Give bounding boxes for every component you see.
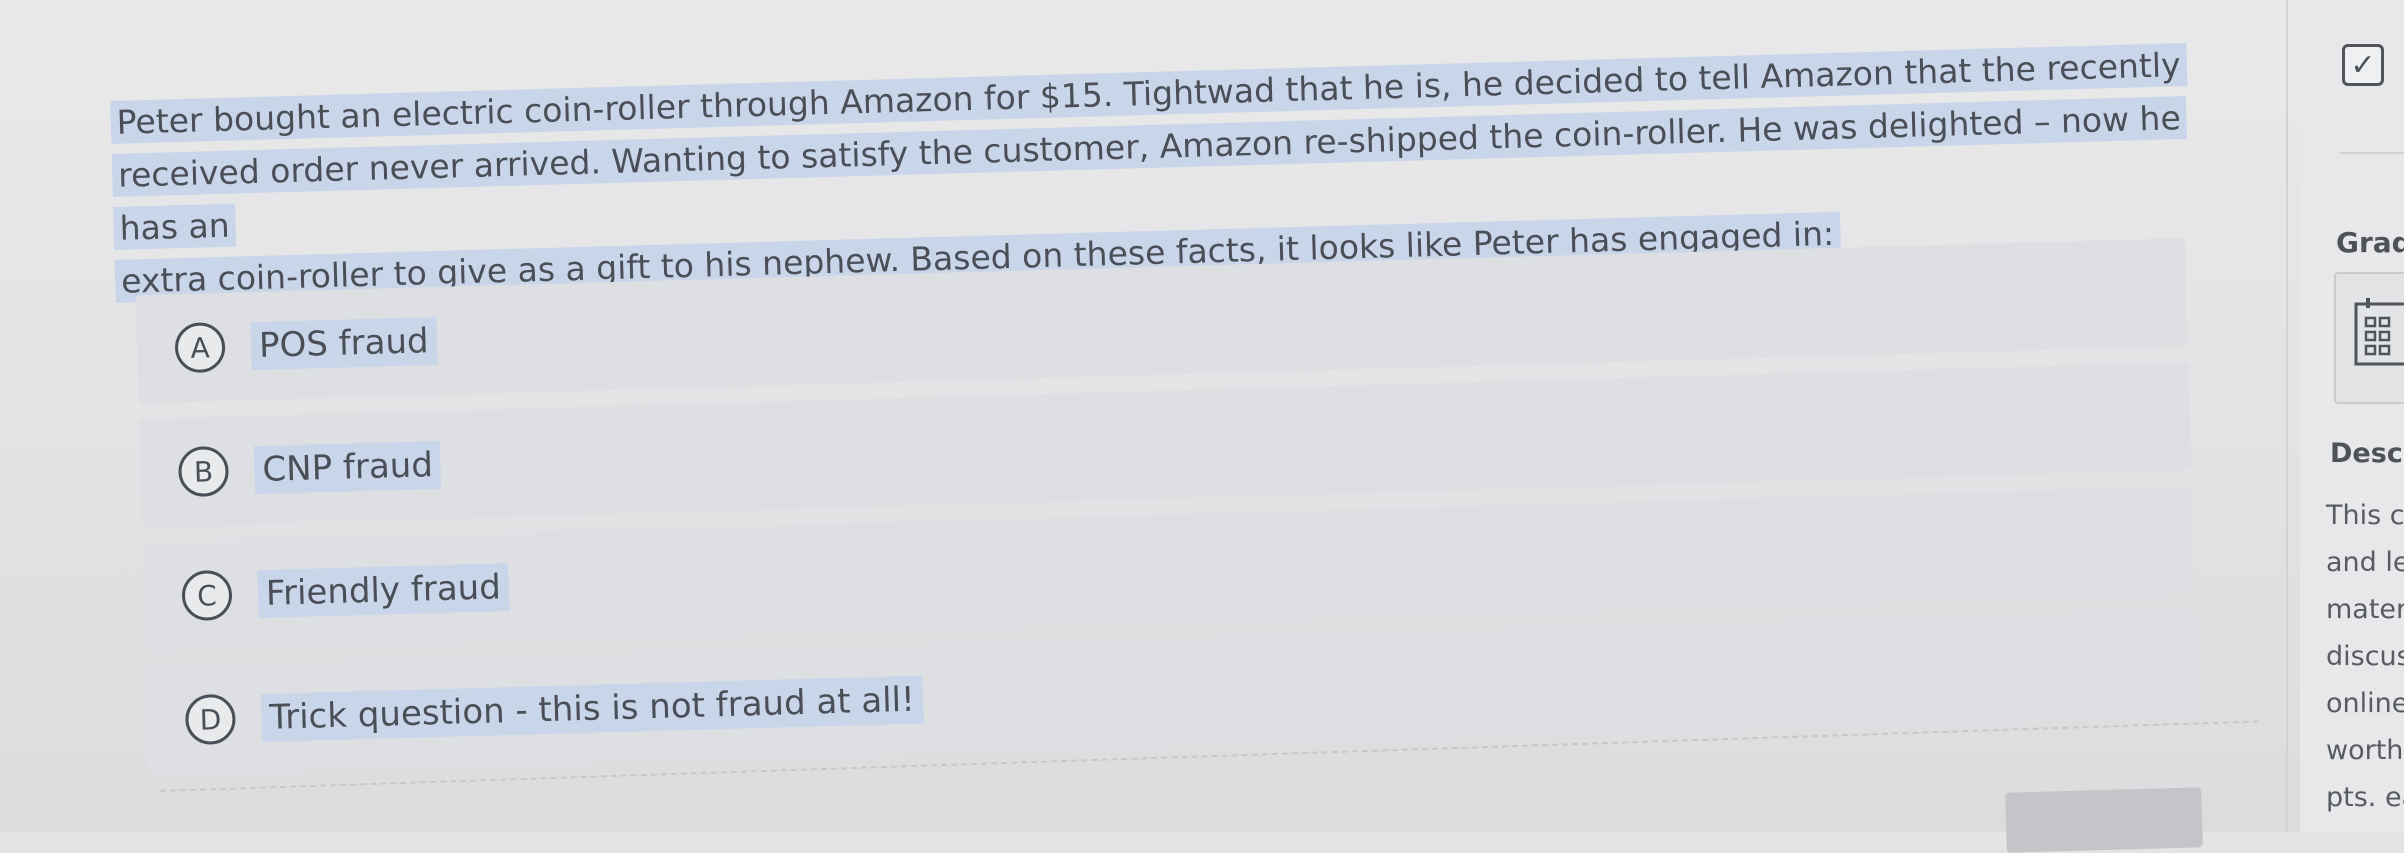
description-line: online [2326, 688, 2404, 719]
checkbox-check-icon[interactable]: ✓ [2342, 44, 2384, 86]
option-label[interactable]: Friendly fraud [257, 563, 510, 619]
option-letter-badge[interactable]: A [174, 321, 226, 374]
option-letter-badge[interactable]: D [184, 693, 237, 746]
description-line: discus [2326, 641, 2404, 672]
calendar-icon [2354, 298, 2404, 366]
description-heading: Desc [2330, 438, 2403, 469]
option-label[interactable]: POS fraud [250, 316, 438, 371]
description-text: This c and le mater discus online worth … [2326, 492, 2404, 821]
partial-button[interactable] [2005, 787, 2203, 853]
option-letter-badge[interactable]: C [181, 569, 233, 622]
option-label[interactable]: Trick question - this is not fraud at al… [260, 675, 924, 743]
side-divider [2340, 152, 2404, 154]
description-line: This c [2326, 500, 2404, 531]
description-line: mater [2326, 594, 2404, 625]
calendar-button[interactable] [2334, 272, 2404, 404]
option-label[interactable]: CNP fraud [253, 440, 442, 495]
answer-options: A POS fraud B CNP fraud C Friendly fraud… [135, 238, 2199, 791]
screen: Peter bought an electric coin-roller thr… [0, 0, 2404, 853]
description-line: pts. ea [2326, 782, 2404, 813]
panel-divider [2286, 0, 2288, 832]
option-letter-badge[interactable]: B [177, 445, 230, 498]
grade-heading: Grad [2336, 226, 2404, 259]
description-line: and le [2326, 547, 2404, 578]
description-line: worth [2326, 735, 2404, 766]
question-card: Peter bought an electric coin-roller thr… [110, 37, 2229, 815]
